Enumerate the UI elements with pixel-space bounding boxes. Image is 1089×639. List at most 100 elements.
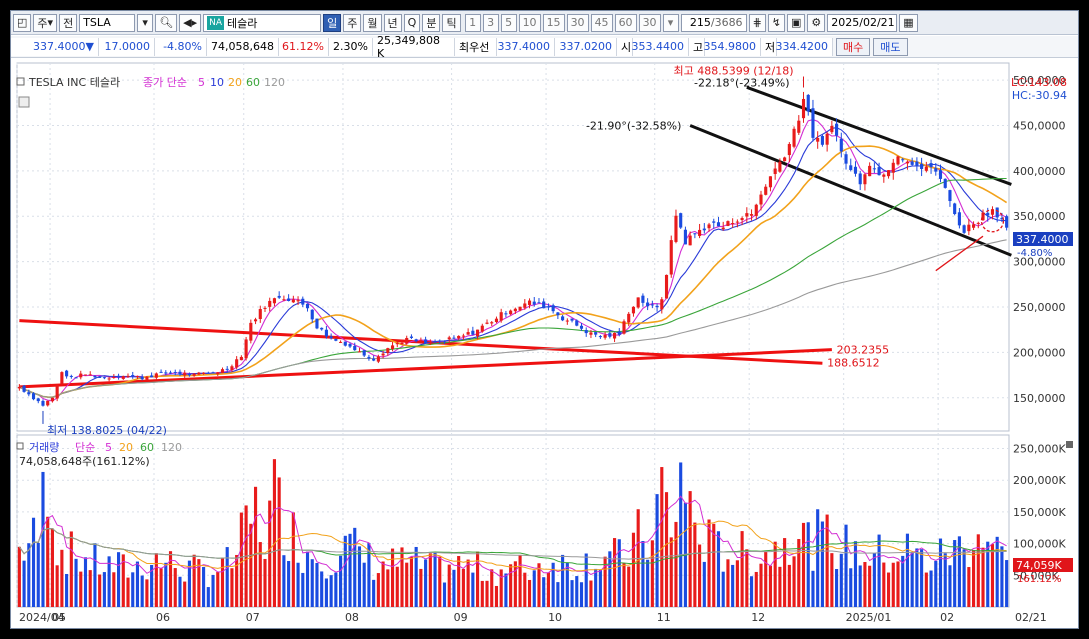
- candle-body: [390, 345, 395, 349]
- volume-panel-close-icon[interactable]: [1066, 441, 1073, 448]
- period-dropdown[interactable]: 주 ▾: [33, 13, 58, 32]
- candle-body: [764, 186, 768, 195]
- candle-body: [258, 309, 262, 319]
- candle-body: [976, 222, 980, 224]
- interval-tab-5[interactable]: 30: [566, 13, 589, 32]
- x-tick-label: 11: [657, 611, 671, 624]
- interval-tab-8[interactable]: 30: [638, 13, 661, 32]
- candle-body: [698, 229, 702, 236]
- period-tab-2[interactable]: 월: [363, 13, 382, 32]
- symbol-dropdown-icon[interactable]: ▾: [137, 13, 154, 32]
- candle-body: [579, 325, 584, 329]
- period-tab-3[interactable]: 년: [383, 13, 402, 32]
- interval-tab-4[interactable]: 15: [542, 13, 565, 32]
- chart-area[interactable]: 150,0000200,0000250,0000300,0000350,0000…: [11, 59, 1079, 629]
- period-tab-4[interactable]: Q: [403, 13, 421, 32]
- x-tick-label: 02: [940, 611, 954, 624]
- candle-body: [277, 295, 281, 298]
- candle-body: [948, 190, 952, 202]
- interval-tab-3[interactable]: 10: [518, 13, 541, 32]
- volume-bar: [339, 555, 343, 607]
- candle-body: [943, 178, 947, 188]
- gear-icon[interactable]: ⚙: [807, 13, 826, 32]
- volume-title: 거래량: [29, 441, 59, 454]
- candle-body: [428, 341, 432, 343]
- candle-body: [107, 378, 111, 380]
- candle-body: [202, 372, 206, 374]
- interval-tab-0[interactable]: 1: [464, 13, 481, 32]
- volume-bar: [282, 555, 286, 607]
- sell-button[interactable]: 매도: [873, 37, 908, 56]
- bar-count-field[interactable]: 215/3686: [680, 13, 747, 32]
- interval-dropdown-icon[interactable]: ▾: [662, 13, 679, 32]
- volume-bar: [669, 537, 673, 607]
- interval-tab-7[interactable]: 60: [614, 13, 637, 32]
- interval-tab-1[interactable]: 3: [482, 13, 499, 32]
- sound-icon[interactable]: ◀▸: [179, 13, 202, 32]
- candle-body: [735, 221, 739, 223]
- volume-bar: [674, 521, 678, 607]
- candle-body: [702, 228, 706, 231]
- candle-body: [768, 176, 773, 188]
- search-icon[interactable]: 🔍︎: [155, 13, 178, 32]
- buy-button[interactable]: 매수: [836, 37, 871, 56]
- x-tick-label: 07: [246, 611, 260, 624]
- name-field[interactable]: NA 테슬라: [203, 13, 322, 32]
- candle-body: [683, 229, 687, 245]
- volume-tag-pct: 161.12%: [1017, 574, 1062, 585]
- ma120-label: 120: [264, 76, 285, 89]
- period-tab-0[interactable]: 일: [323, 13, 342, 32]
- volume-bar: [277, 477, 281, 607]
- x-tick-label: 2025/01: [846, 611, 892, 624]
- volume-bar: [324, 578, 328, 607]
- calendar-icon[interactable]: ▦: [899, 13, 918, 32]
- grid-toggle-icon[interactable]: [18, 96, 30, 108]
- candle-body: [447, 337, 451, 340]
- volume-bar: [745, 549, 749, 607]
- candle-body: [131, 375, 135, 377]
- candle-body: [584, 330, 588, 334]
- volume-bar: [863, 562, 867, 607]
- candle-body: [372, 358, 376, 361]
- volume-tick-label: 150,000K: [1013, 506, 1066, 519]
- symbol-input[interactable]: TSLA: [79, 13, 136, 32]
- candle-body: [721, 227, 725, 230]
- volume-bar: [631, 532, 636, 607]
- save-icon[interactable]: ▣: [787, 13, 806, 32]
- volume-bar: [938, 538, 943, 607]
- candle-body: [98, 376, 102, 378]
- volume-bar: [556, 582, 560, 607]
- volume-bar: [65, 573, 69, 607]
- period-tab-6[interactable]: 틱: [442, 13, 461, 32]
- volume-bar: [617, 539, 621, 607]
- compare-icon[interactable]: ↯: [767, 13, 785, 32]
- candle-body: [88, 374, 92, 376]
- volume-bar: [442, 582, 447, 607]
- grid-settings-icon[interactable]: ⋕: [748, 13, 766, 32]
- period-tab-1[interactable]: 주: [343, 13, 362, 32]
- volume-bar: [164, 562, 168, 607]
- candle-body: [849, 165, 853, 170]
- volume-bar: [154, 553, 158, 607]
- volume-bar: [291, 512, 295, 607]
- volume-bar: [754, 571, 758, 607]
- window-menu-icon[interactable]: ◰: [13, 13, 32, 32]
- candle-body: [433, 341, 437, 343]
- volume-bar: [995, 536, 999, 607]
- candle-body: [674, 215, 678, 242]
- interval-tab-6[interactable]: 45: [590, 13, 613, 32]
- candle-body: [494, 318, 499, 323]
- period-tab-5[interactable]: 분: [422, 13, 441, 32]
- date-field[interactable]: 2025/02/21: [827, 13, 898, 32]
- volume-bar: [943, 553, 947, 607]
- volume-bar: [381, 561, 385, 607]
- ma5-label: 5: [198, 76, 205, 89]
- prev-button[interactable]: 전: [59, 13, 78, 32]
- candle-body: [362, 350, 366, 356]
- interval-tab-2[interactable]: 5: [500, 13, 517, 32]
- candle-body: [825, 133, 829, 145]
- candle-body: [480, 325, 484, 332]
- candle-body: [868, 165, 872, 177]
- volume-bar: [433, 552, 437, 607]
- candle-body: [296, 300, 300, 302]
